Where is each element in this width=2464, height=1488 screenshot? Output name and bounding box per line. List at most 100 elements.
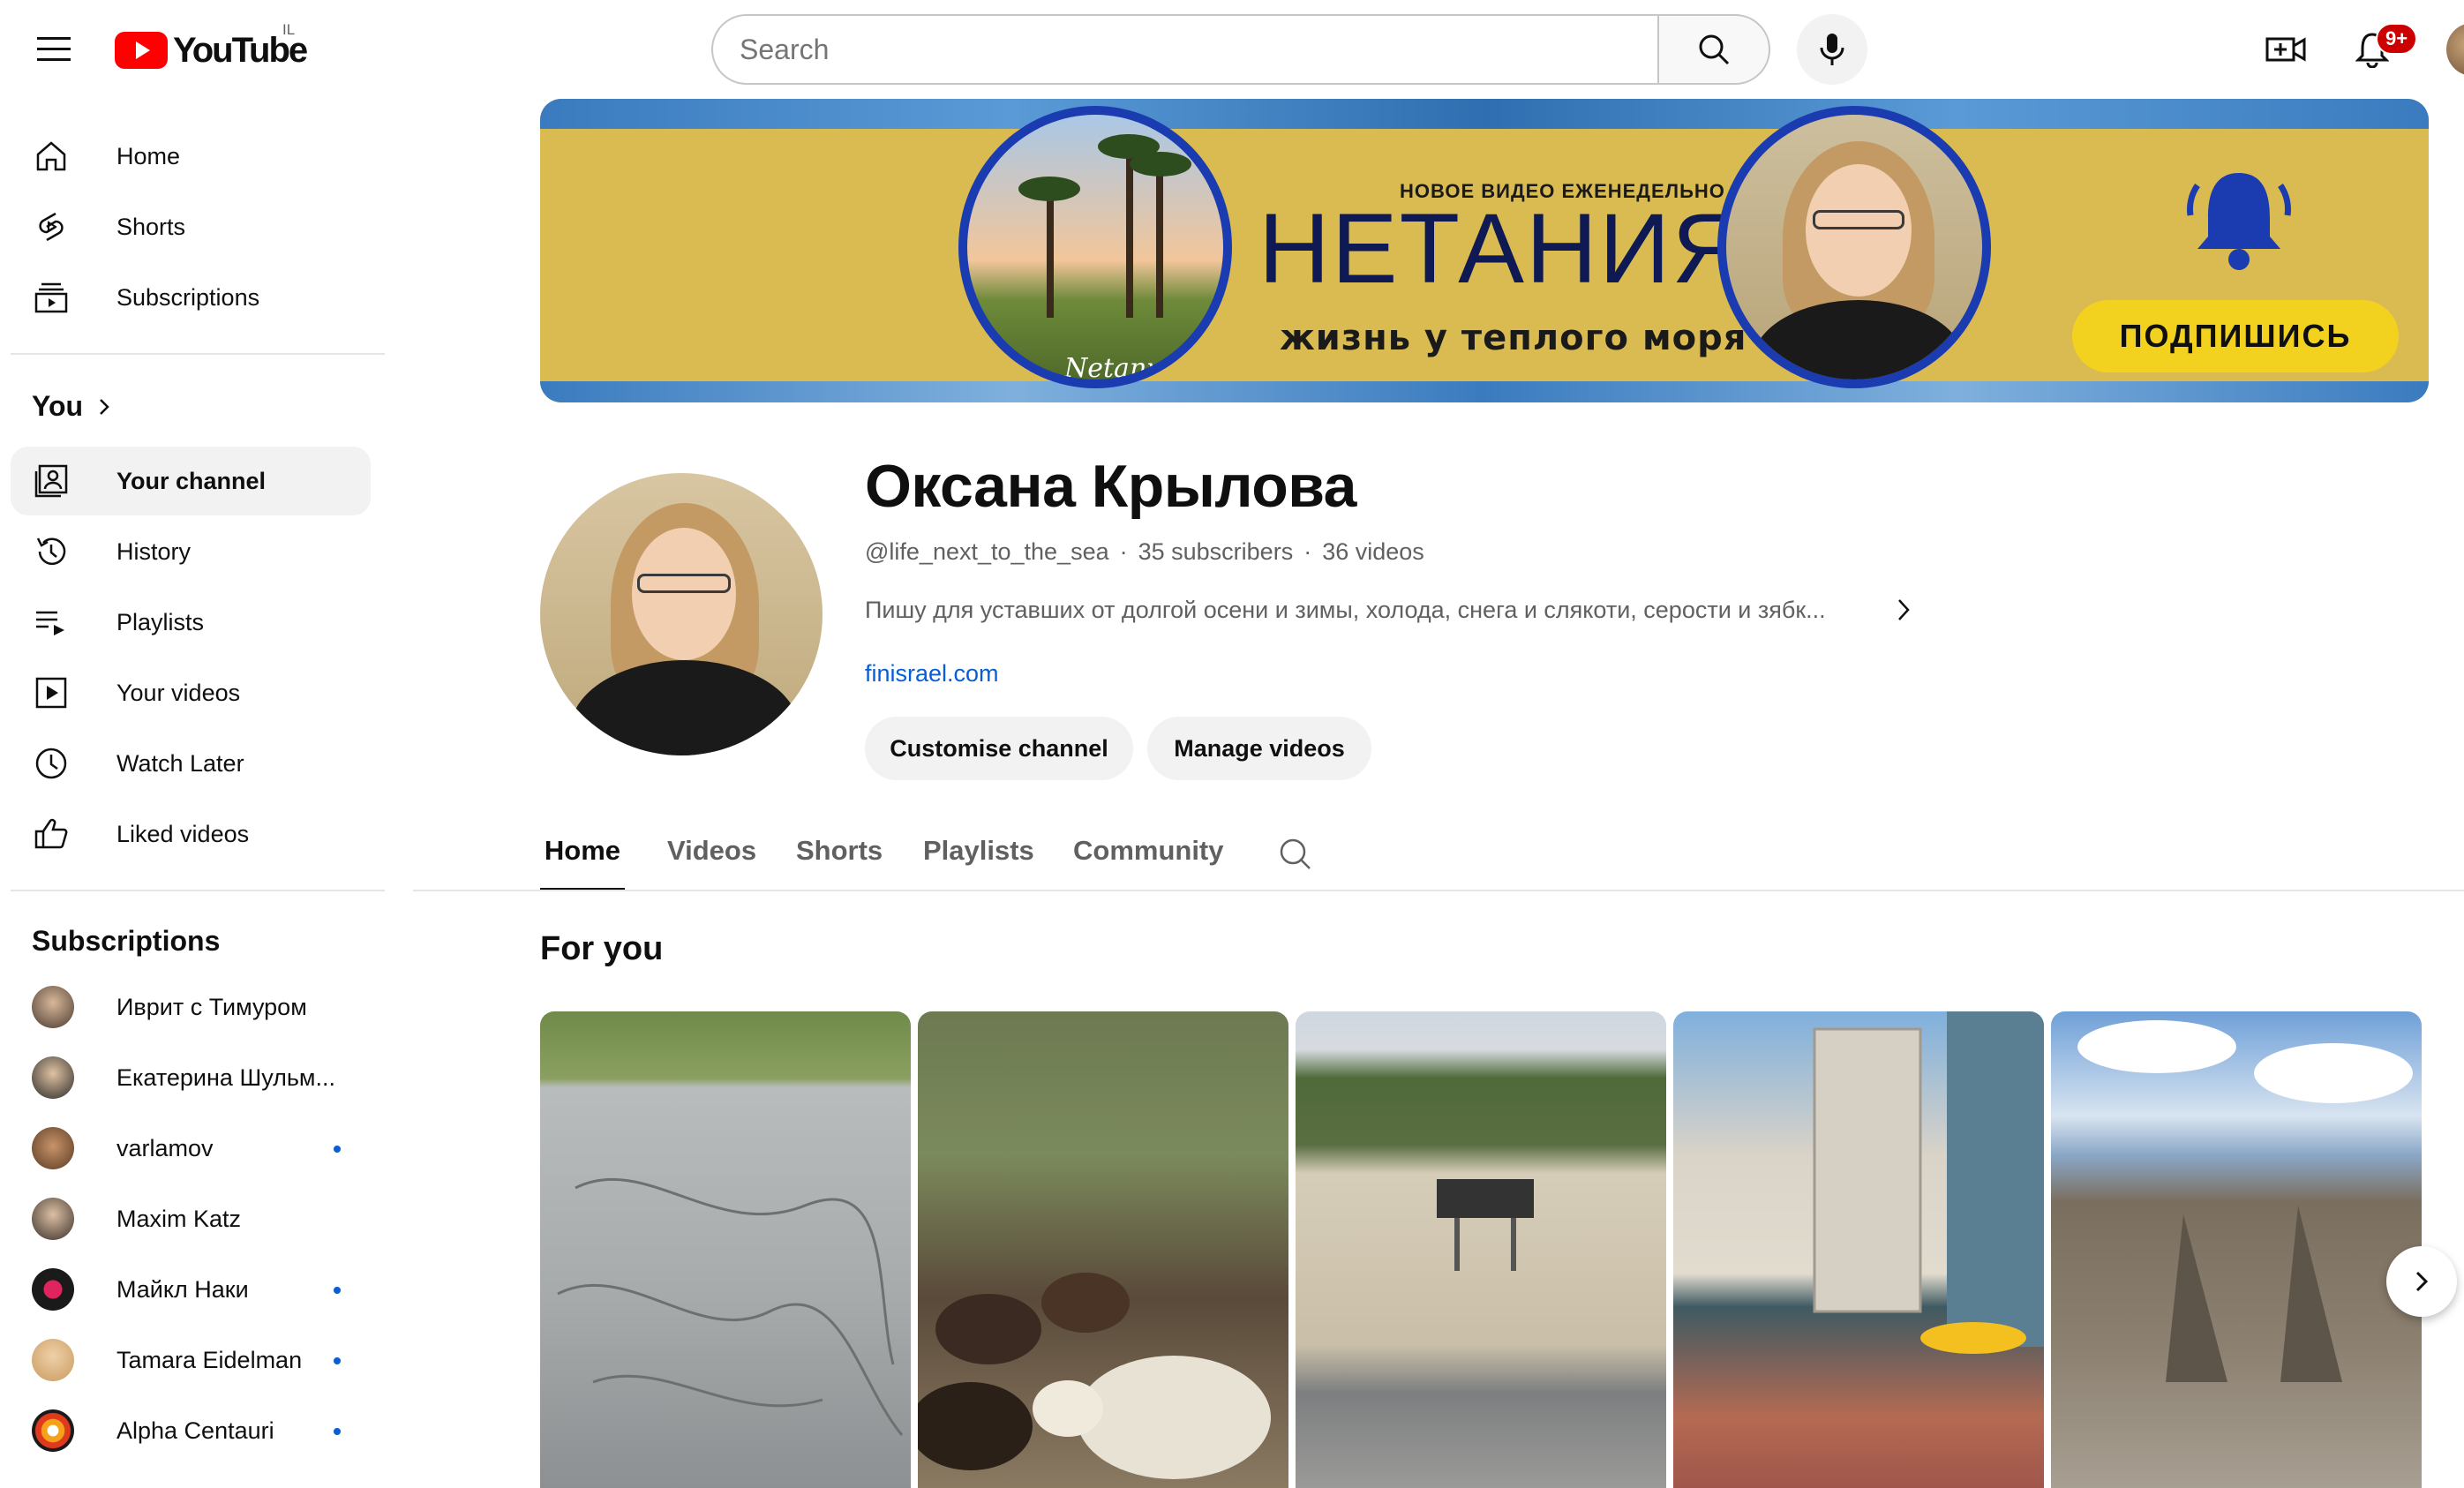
banner-photo-palms: Netanya <box>958 106 1232 388</box>
subscription-item[interactable]: Екатерина Шульм... <box>11 1043 371 1112</box>
manage-videos-button[interactable]: Manage videos <box>1147 717 1371 780</box>
chevron-right-icon[interactable] <box>1890 595 1917 625</box>
notifications-badge: 9+ <box>2376 23 2418 55</box>
subscription-item[interactable]: varlamov <box>11 1114 371 1183</box>
channel-avatar <box>32 1127 74 1169</box>
sidebar-item-liked-videos[interactable]: Liked videos <box>11 800 371 868</box>
sidebar-item-label: Watch Later <box>116 749 244 777</box>
new-content-dot <box>334 1357 341 1364</box>
tabs-divider <box>413 890 2464 891</box>
shorts-icon <box>34 209 69 244</box>
sheep-graphic <box>918 1273 1271 1479</box>
sidebar-item-history[interactable]: History <box>11 517 371 586</box>
sidebar-item-your-videos[interactable]: Your videos <box>11 658 371 727</box>
video-thumbnail[interactable] <box>1673 1011 2044 1488</box>
carousel-next-button[interactable] <box>2386 1246 2457 1317</box>
video-camera-plus-icon <box>2265 37 2306 62</box>
building-graphic <box>1813 1011 2044 1354</box>
subscription-label: Maxim Katz <box>116 1205 242 1232</box>
search-button[interactable] <box>1657 14 1770 85</box>
tab-home[interactable]: Home <box>540 826 625 891</box>
sidebar-item-label: Shorts <box>116 213 186 240</box>
subscription-item[interactable]: Иврит с Тимуром <box>11 973 371 1041</box>
sidebar-item-home[interactable]: Home <box>11 122 371 191</box>
video-thumbnail[interactable] <box>540 1011 911 1488</box>
watch-later-icon <box>34 746 69 781</box>
banner-title: НЕТАНИЯ <box>1258 193 1746 304</box>
menu-icon[interactable] <box>26 25 81 74</box>
channel-avatar <box>32 1339 74 1381</box>
sidebar-divider <box>11 890 385 891</box>
chevron-right-icon <box>2415 1271 2429 1292</box>
portrait-shape <box>632 528 736 660</box>
search-input[interactable] <box>711 14 1658 85</box>
video-thumbnail[interactable] <box>918 1011 1288 1488</box>
subscription-item[interactable]: Tamara Eidelman <box>11 1326 371 1394</box>
subscription-item[interactable]: Майкл Наки <box>11 1255 371 1324</box>
sidebar-item-subscriptions[interactable]: Subscriptions <box>11 263 371 332</box>
your-channel-icon <box>34 463 69 499</box>
subscriber-count: 35 subscribers <box>1138 538 1294 565</box>
voice-search-button[interactable] <box>1797 14 1867 85</box>
youtube-logo[interactable]: YouTube <box>115 30 308 71</box>
channel-avatar <box>32 1268 74 1311</box>
subscription-item[interactable]: Maxim Katz <box>11 1184 371 1253</box>
channel-avatar <box>32 1409 74 1452</box>
palm-shape <box>1130 152 1191 177</box>
sidebar-section-subscriptions: Subscriptions <box>32 925 220 958</box>
channel-handle: @life_next_to_the_sea <box>865 538 1109 565</box>
your-videos-icon <box>34 675 69 710</box>
account-avatar[interactable] <box>2446 23 2464 76</box>
sidebar-section-you[interactable]: You <box>32 390 111 423</box>
section-title: For you <box>540 930 664 967</box>
sidebar-item-shorts[interactable]: Shorts <box>11 192 371 261</box>
create-button[interactable] <box>2252 23 2319 76</box>
sidebar-item-label: Playlists <box>116 608 205 635</box>
tab-playlists[interactable]: Playlists <box>923 826 1034 891</box>
search-bar <box>711 14 1770 85</box>
channel-description[interactable]: Пишу для уставших от долгой осени и зимы… <box>865 597 1826 624</box>
tab-shorts[interactable]: Shorts <box>796 826 883 891</box>
subscription-label: Tamara Eidelman <box>116 1346 303 1373</box>
sidebar-item-label: Liked videos <box>116 820 250 847</box>
engraved-map-graphic <box>557 1177 904 1436</box>
home-icon <box>34 139 69 174</box>
banner-tagline: жизнь у теплого моря <box>1280 318 1747 358</box>
palm-shape <box>1047 185 1054 318</box>
sidebar-item-your-channel[interactable]: Your channel <box>11 447 371 515</box>
channel-avatar <box>32 1198 74 1240</box>
park-sign-graphic <box>1437 1179 1534 1271</box>
chevron-right-icon <box>100 398 109 415</box>
search-icon <box>1699 34 1730 65</box>
subscription-item[interactable]: Alpha Centauri <box>11 1396 371 1465</box>
sidebar-divider <box>11 353 385 355</box>
portrait-shape <box>1753 300 1964 380</box>
ruins-graphic <box>2077 1020 2413 1382</box>
tab-community[interactable]: Community <box>1073 826 1224 891</box>
sidebar-item-label: Subscriptions <box>116 283 260 311</box>
channel-avatar[interactable] <box>540 473 823 755</box>
customise-channel-button[interactable]: Customise channel <box>865 717 1133 780</box>
palm-shape <box>1156 159 1163 318</box>
sidebar-item-watch-later[interactable]: Watch Later <box>11 729 371 798</box>
sidebar: Home Shorts Subscriptions You Your chann… <box>0 99 397 1483</box>
video-thumbnail[interactable] <box>1296 1011 1666 1488</box>
tab-videos[interactable]: Videos <box>667 826 756 891</box>
portrait-shape <box>570 660 800 755</box>
channel-link[interactable]: finisrael.com <box>865 660 999 688</box>
tab-search[interactable] <box>1278 826 1313 891</box>
banner-decoration <box>540 99 2429 129</box>
subscription-label: Иврит с Тимуром <box>116 993 307 1020</box>
new-content-dot <box>334 1146 341 1153</box>
banner-photo-portrait <box>1717 106 1991 388</box>
portrait-shape <box>1813 210 1904 229</box>
video-thumbnail[interactable] <box>2051 1011 2422 1488</box>
banner-signature: Netanya <box>1064 353 1178 384</box>
sidebar-item-label: Your videos <box>116 679 241 706</box>
sidebar-item-label: History <box>116 537 192 565</box>
channel-avatar <box>32 1056 74 1099</box>
sidebar-item-playlists[interactable]: Playlists <box>11 588 371 657</box>
subscription-label: Екатерина Шульм... <box>116 1063 335 1091</box>
channel-banner: Netanya НОВОЕ ВИДЕО ЕЖЕНЕДЕЛЬНО НЕТАНИЯ … <box>540 99 2429 402</box>
youtube-play-icon <box>115 32 168 69</box>
